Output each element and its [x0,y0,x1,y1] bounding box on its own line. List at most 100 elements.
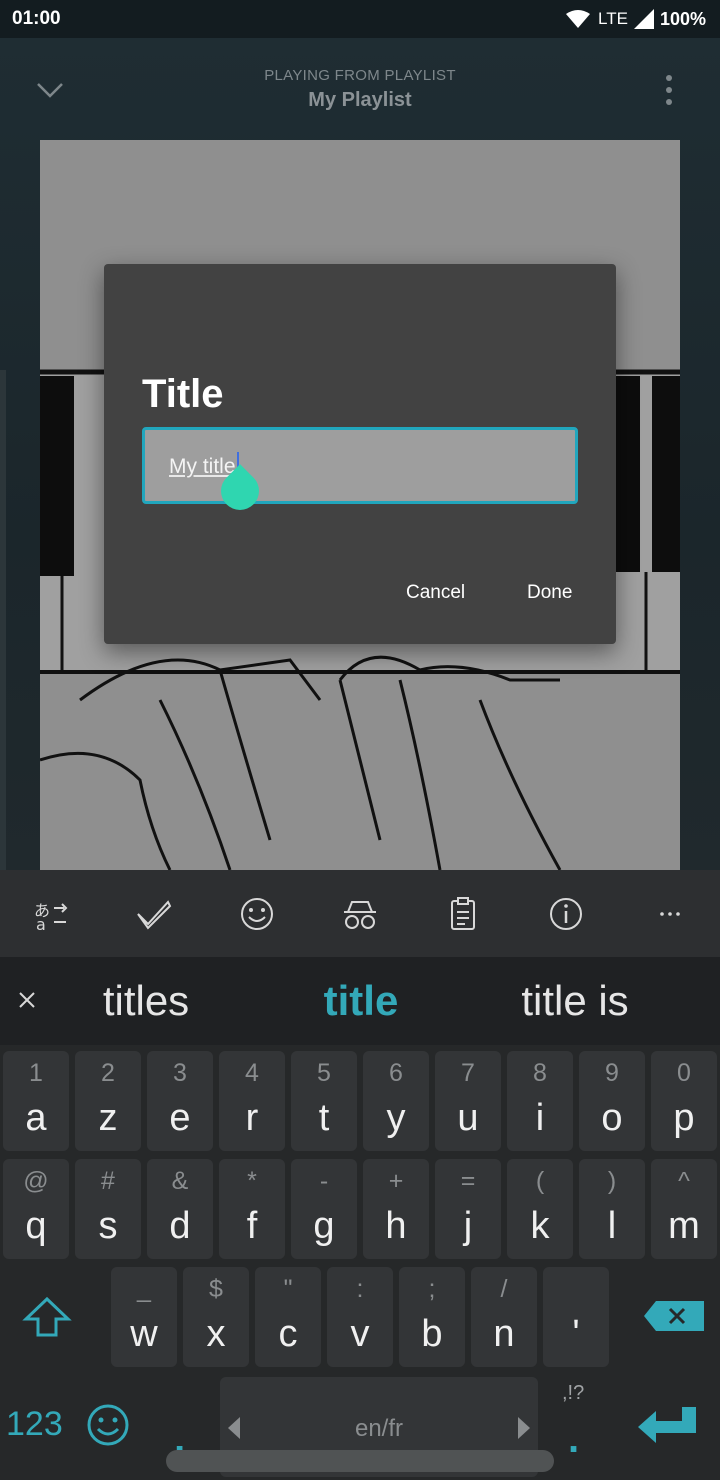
emoji-key-icon[interactable] [86,1403,130,1447]
key-alt-label: * [247,1167,257,1195]
player-header: PLAYING FROM PLAYLIST My Playlist [0,38,720,140]
translate-icon[interactable]: あ a [32,894,72,934]
playlist-title[interactable]: My Playlist [0,89,720,112]
more-options-icon[interactable] [655,72,683,112]
battery-level: 100% [659,8,706,29]
enter-icon[interactable] [636,1405,698,1443]
key-alt-label: 4 [245,1059,259,1087]
key-label: p [673,1097,695,1139]
key-label: c [278,1313,298,1355]
key-label: v [350,1313,370,1355]
keyboard-toolbar: あ a [0,870,720,957]
key-x[interactable]: $ x [183,1267,249,1367]
keyboard-keys: 1a2z3e4r5t6y7u8i9o0p @ q # s & d * f - g + h = j(k) l ^… [0,1045,720,1480]
suggestion-right[interactable]: title is [475,977,675,1025]
title-dialog: Title My title Cancel Done [104,264,616,644]
key-label: n [493,1313,515,1355]
key-s[interactable]: # s [75,1159,141,1259]
clipboard-icon[interactable] [443,894,483,934]
suggestion-middle[interactable]: title [261,977,461,1025]
numbers-key[interactable]: 123 [6,1405,63,1444]
status-indicators: LTE 100% [566,9,706,30]
key-alt-label: ) [607,1167,617,1195]
key-alt-label: # [101,1167,115,1195]
key-alt-label: ( [535,1167,545,1195]
key-u[interactable]: 7u [435,1051,501,1151]
key-label: i [535,1097,545,1139]
key-alt-label: 5 [317,1059,331,1087]
key-label: g [313,1205,335,1247]
key-v[interactable]: :v [327,1267,393,1367]
key-label: t [318,1097,330,1139]
key-r[interactable]: 4r [219,1051,285,1151]
key-alt-label: 7 [461,1059,475,1087]
key-alt-label: 9 [605,1059,619,1087]
playing-from-label: PLAYING FROM PLAYLIST [264,67,456,84]
status-time: 01:00 [12,8,61,29]
key-g[interactable]: -g [291,1159,357,1259]
key-alt-label: _ [137,1275,151,1303]
title-input[interactable]: My title [142,427,578,504]
key-alt-label: 2 [101,1059,115,1087]
signal-icon [633,9,654,29]
key-alt-label: 6 [389,1059,403,1087]
key-y[interactable]: 6y [363,1051,429,1151]
key-apostrophe[interactable]: ' [543,1267,609,1367]
key-alt-label: " [283,1275,293,1303]
key-label: h [385,1205,407,1247]
key-i[interactable]: 8i [507,1051,573,1151]
key-alt-label: $ [209,1275,223,1303]
key-alt-label: + [388,1167,404,1195]
key-f[interactable]: * f [219,1159,285,1259]
period-key[interactable]: . [568,1417,579,1462]
gesture-navigation-bar[interactable] [166,1450,554,1472]
key-label: z [98,1097,118,1139]
wifi-icon [566,10,591,28]
network-type: LTE [598,9,628,28]
key-h[interactable]: + h [363,1159,429,1259]
key-label: r [245,1097,259,1139]
key-alt-label: 1 [29,1059,43,1087]
key-e[interactable]: 3e [147,1051,213,1151]
key-label: u [457,1097,479,1139]
key-alt-label: 0 [677,1059,691,1087]
key-q[interactable]: @ q [3,1159,69,1259]
key-o[interactable]: 9o [579,1051,645,1151]
more-icon[interactable] [650,894,690,934]
key-z[interactable]: 2z [75,1051,141,1151]
incognito-icon[interactable] [340,894,380,934]
backspace-icon[interactable] [642,1299,706,1333]
key-m[interactable]: ^ m [651,1159,717,1259]
info-icon[interactable] [546,894,586,934]
key-a[interactable]: 1a [3,1051,69,1151]
key-w[interactable]: _ w [111,1267,177,1367]
key-label: m [668,1205,700,1247]
key-alt-label: : [356,1275,364,1303]
key-alt-label: ^ [678,1167,690,1195]
spell-check-icon[interactable] [134,894,174,934]
key-p[interactable]: 0p [651,1051,717,1151]
suggestion-left[interactable]: titles [46,977,246,1025]
key-d[interactable]: & d [147,1159,213,1259]
punctuation-hint: ,!? [562,1382,585,1404]
key-l[interactable]: ) l [579,1159,645,1259]
close-icon[interactable] [12,985,42,1015]
cancel-button[interactable]: Cancel [406,582,465,604]
key-label: b [421,1313,443,1355]
key-k[interactable]: (k [507,1159,573,1259]
key-alt-label: & [171,1167,189,1195]
key-label: w [130,1313,158,1355]
suggestion-bar: titles title title is [0,957,720,1045]
key-alt-label: 8 [533,1059,547,1087]
key-alt-label: ; [428,1275,436,1303]
key-c[interactable]: " c [255,1267,321,1367]
shift-icon[interactable] [22,1295,72,1341]
done-button[interactable]: Done [527,582,572,604]
key-label: f [246,1205,258,1247]
key-j[interactable]: = j [435,1159,501,1259]
key-n[interactable]: / n [471,1267,537,1367]
key-t[interactable]: 5t [291,1051,357,1151]
key-b[interactable]: ; b [399,1267,465,1367]
key-label: x [206,1313,226,1355]
emoji-icon[interactable] [237,894,277,934]
